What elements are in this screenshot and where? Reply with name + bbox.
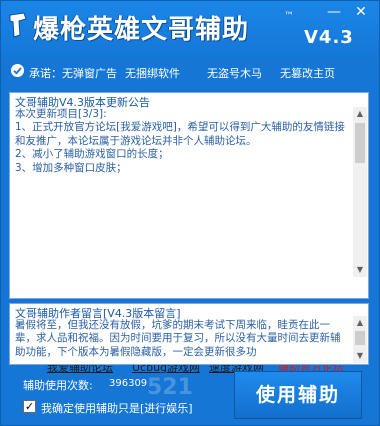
scroll-down-arrow-icon[interactable]: ▼	[353, 263, 367, 277]
scroll-down-arrow-icon[interactable]: ▼	[353, 349, 367, 363]
app-window: 爆枪英雄文哥辅助 ™ V4.3 — ✕ 承诺：无弹窗广告 无捆绑软件 无盗号木马…	[0, 0, 380, 426]
scroll-up-arrow-icon[interactable]: ▲	[353, 107, 367, 121]
close-button[interactable]: ✕	[348, 2, 374, 22]
update-notice-scrollbar[interactable]: ▲ ▼	[353, 107, 367, 277]
app-title: 爆枪英雄文哥辅助	[33, 15, 250, 45]
update-notice-panel: 文哥辅助V4.3版本更新公告 本次更新项目[3/3]: 1、正式开放官方论坛[我…	[9, 92, 369, 374]
trademark-mark: ™	[284, 11, 294, 22]
scroll-thumb[interactable]	[355, 331, 365, 345]
scroll-up-arrow-icon[interactable]: ▲	[353, 316, 367, 330]
author-message-scrollbar[interactable]: ▲ ▼	[353, 316, 367, 363]
usage-count-label: 辅助使用次数:	[23, 379, 93, 392]
usage-count-value: 396309	[109, 378, 148, 389]
gun-logo-icon	[9, 12, 27, 38]
use-assist-button[interactable]: 使用辅助	[234, 371, 362, 419]
author-message-panel: 文哥辅助作者留言[V4.3版本留言] 暑假将至，但我还没有放假，坑爹的期末考试下…	[9, 303, 369, 365]
scroll-thumb[interactable]	[355, 123, 365, 163]
check-circle-icon	[11, 64, 24, 77]
update-notice-text[interactable]: 本次更新项目[3/3]: 1、正式开放官方论坛[我爱游戏吧]，希望可以得到广大辅…	[15, 108, 350, 268]
pledge-no-bundled-software: 无捆绑软件	[125, 67, 180, 80]
confirm-entertainment-checkbox[interactable]: ✓	[23, 400, 36, 413]
minimize-button[interactable]: —	[321, 2, 347, 22]
title-bar[interactable]: 爆枪英雄文哥辅助 ™ V4.3 — ✕	[1, 1, 379, 59]
pledge-no-popup-ads: 承诺：无弹窗广告	[29, 67, 117, 80]
author-message-text[interactable]: 暑假将至，但我还没有放假，坑爹的期末考试下周来临，眭贡在此一辈，求人品和祝福。因…	[15, 319, 350, 363]
pledge-no-homepage-hijack: 无篡改主页	[280, 67, 335, 80]
pledge-bar: 承诺：无弹窗广告 无捆绑软件 无盗号木马 无篡改主页	[1, 59, 379, 85]
confirm-entertainment-label[interactable]: 我确定使用辅助只是[进行娱乐]	[41, 400, 193, 416]
pledge-no-trojan: 无盗号木马	[207, 67, 262, 80]
version-label: V4.3	[304, 27, 354, 48]
